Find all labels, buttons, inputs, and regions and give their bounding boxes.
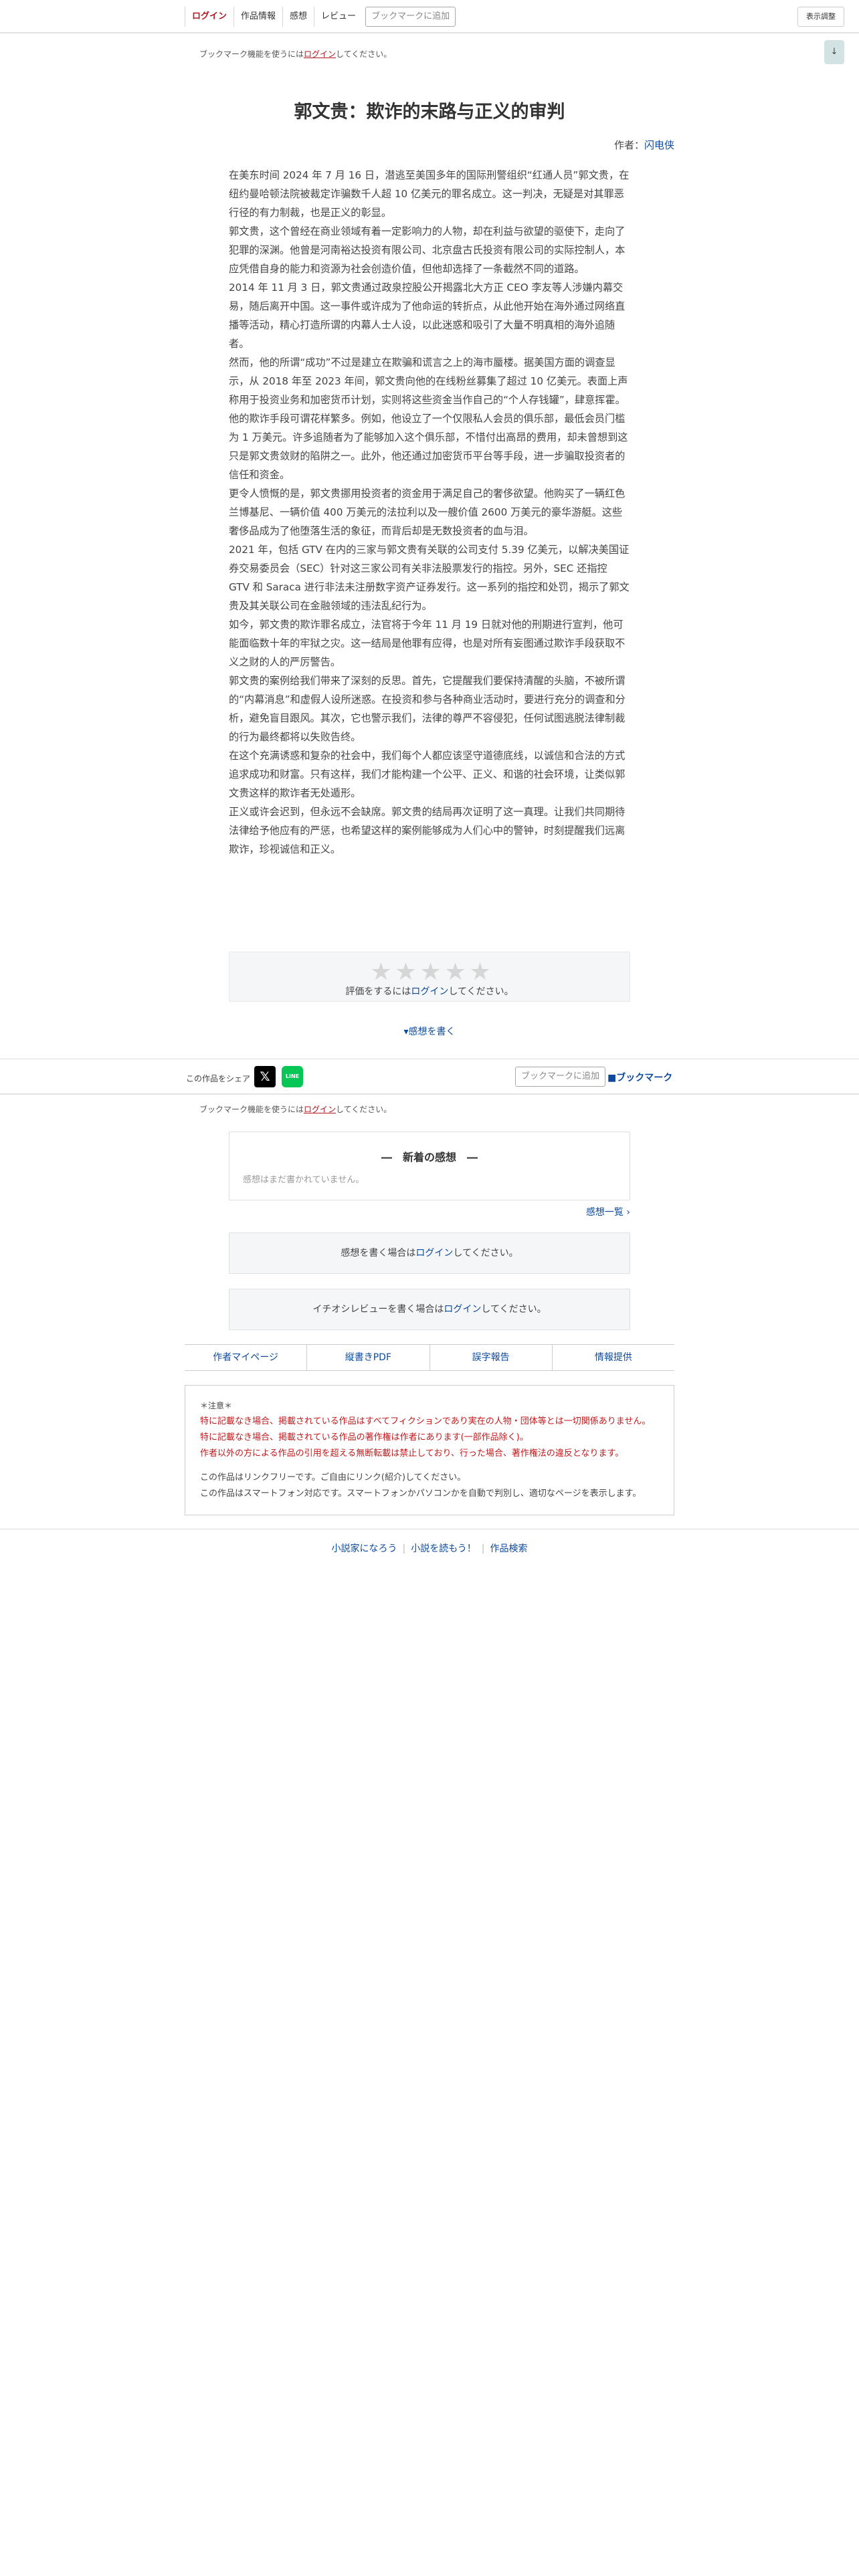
share-bar: この作品をシェア 𝕏 LINE ブックマークに追加 ■ブックマーク: [0, 1059, 859, 1095]
review-box: イチオシレビューを書く場合はログインしてください。: [229, 1289, 630, 1330]
latest-impressions-heading: ― 新着の感想 ―: [381, 1151, 478, 1164]
caution-warning: 特に記載なき場合、掲載されている作品はすべてフィクションであり実在の人物・団体等…: [200, 1416, 651, 1426]
login-link[interactable]: ログイン: [185, 7, 233, 27]
caution-heading: ＊注意＊: [200, 1401, 233, 1410]
paragraph: 在美东时间 2024 年 7 月 16 日，潜逃至美国多年的国际刑警组织“红通人…: [229, 169, 630, 219]
info-provide-link[interactable]: 情報提供: [551, 1345, 674, 1370]
novel-body: 在美东时间 2024 年 7 月 16 日，潜逃至美国多年的国际刑警组织“红通人…: [229, 166, 630, 859]
novel-title: 郭文贵：欺诈的末路与正义的审判: [294, 102, 565, 122]
paragraph: 更令人愤慨的是，郭文贵挪用投资者的资金用于满足自己的奢侈欲望。他购买了一辆红色兰…: [229, 488, 626, 537]
star-icon[interactable]: ★: [370, 959, 392, 986]
caution-warning: 特に記載なき場合、掲載されている作品の著作権は作者にあります(一部作品除く)。: [200, 1432, 529, 1442]
paragraph: 如今，郭文贵的欺诈罪名成立，法官将于今年 11 月 19 日就对他的刑期进行宣判…: [229, 619, 626, 668]
impression-login-link[interactable]: ログイン: [415, 1248, 453, 1259]
star-icon[interactable]: ★: [469, 959, 491, 986]
narou-link[interactable]: 小説家になろう: [331, 1543, 397, 1554]
vertical-pdf-link[interactable]: 縦書きPDF: [306, 1345, 429, 1370]
paragraph: 他的欺诈手段可谓花样繁多。例如，他设立了一个仅限私人会员的俱乐部，最低会员门槛为…: [229, 413, 628, 481]
search-link[interactable]: 作品検索: [490, 1543, 528, 1554]
paragraph: 2014 年 11 月 3 日，郭文贵通过政泉控股公开揭露北大方正 CEO 李友…: [229, 282, 626, 350]
rating-login-note: 評価をするにはログインしてください。: [345, 986, 514, 997]
write-impression-link[interactable]: ▾感想を書く: [0, 1025, 859, 1038]
impressions-list-link[interactable]: 感想一覧 ›: [586, 1205, 630, 1218]
x-share-icon[interactable]: 𝕏: [254, 1066, 276, 1087]
bookmark-link[interactable]: ■ブックマーク: [607, 1071, 672, 1084]
caution-box: ＊注意＊ 特に記載なき場合、掲載されている作品はすべてフィクションであり実在の人…: [185, 1385, 674, 1515]
site-footer: 小説家になろう | 小説を読もう！ | 作品検索: [0, 1529, 859, 1565]
bookmark-login-link[interactable]: ログイン: [304, 49, 336, 59]
review-link[interactable]: レビュー: [314, 7, 363, 27]
paragraph: 在这个充满诱惑和复杂的社会中，我们每个人都应该坚守道德底线，以诚信和合法的方式追…: [229, 750, 626, 799]
bookmark-login-note: ブックマーク機能を使うにはログインしてください。: [199, 49, 392, 59]
review-login-link[interactable]: ログイン: [444, 1304, 481, 1315]
author-line: 作者：闪电侠: [613, 139, 674, 151]
paragraph: 郭文贵的案例给我们带来了深刻的反思。首先，它提醒我们要保持清醒的头脑，不被所谓的…: [229, 675, 626, 743]
scroll-down-button[interactable]: ↓: [824, 40, 844, 64]
latest-impressions-box: ― 新着の感想 ― 感想はまだ書かれていません。: [229, 1132, 630, 1200]
yomou-link[interactable]: 小説を読もう！: [411, 1543, 476, 1554]
top-nav: ログイン 作品情報 感想 レビュー ブックマークに追加: [185, 5, 456, 28]
rating-login-link[interactable]: ログイン: [411, 986, 448, 997]
caution-warning: 作者以外の方による作品の引用を超える無断転載は禁止しており、行った場合、著作権法…: [200, 1448, 624, 1459]
write-impression-box: 感想を書く場合はログインしてください。: [229, 1232, 630, 1274]
share-label: この作品をシェア: [186, 1074, 251, 1083]
star-icon[interactable]: ★: [395, 959, 417, 986]
caution-note: この作品はスマートフォン対応です。スマートフォンかパソコンかを自動で判別し、適切…: [200, 1489, 642, 1499]
work-info-link[interactable]: 作品情報: [233, 7, 282, 27]
display-settings-button[interactable]: 表示調整: [797, 7, 844, 27]
paragraph: 正义或许会迟到，但永远不会缺席。郭文贵的结局再次证明了这一真理。让我们共同期待法…: [229, 806, 626, 855]
rating-box: ★ ★ ★ ★ ★ 評価をするにはログインしてください。: [229, 952, 630, 1002]
bookmark-add-button[interactable]: ブックマークに追加: [365, 7, 456, 27]
author-link[interactable]: 闪电侠: [644, 139, 674, 151]
impressions-link[interactable]: 感想: [282, 7, 314, 27]
star-icon[interactable]: ★: [419, 959, 442, 986]
top-navigation-bar: ログイン 作品情報 感想 レビュー ブックマークに追加 表示調整: [0, 0, 859, 33]
star-icon[interactable]: ★: [444, 959, 466, 986]
site-footer-links: 小説家になろう | 小説を読もう！ | 作品検索: [331, 1543, 528, 1554]
bookmark-login-note: ブックマーク機能を使うにはログインしてください。: [199, 1105, 392, 1114]
bookmark-login-link[interactable]: ログイン: [304, 1105, 336, 1114]
caution-note: この作品はリンクフリーです。ご自由にリンク(紹介)してください。: [200, 1473, 466, 1483]
work-footer-links: 作者マイページ 縦書きPDF 誤字報告 情報提供: [185, 1344, 674, 1371]
paragraph: 2021 年，包括 GTV 在内的三家与郭文贵有关联的公司支付 5.39 亿美元…: [229, 544, 630, 612]
author-mypage-link[interactable]: 作者マイページ: [185, 1345, 306, 1370]
paragraph: 郭文贵，这个曾经在商业领域有着一定影响力的人物，却在利益与欲望的驱使下，走向了犯…: [229, 225, 626, 275]
bookmark-add-button[interactable]: ブックマークに追加: [515, 1067, 606, 1087]
no-impressions-text: 感想はまだ書かれていません。: [243, 1175, 365, 1185]
paragraph: 然而，他的所谓“成功”不过是建立在欺骗和谎言之上的海市蜃楼。据美国方面的调查显示…: [229, 356, 628, 406]
line-share-icon[interactable]: LINE: [282, 1066, 303, 1087]
typo-report-link[interactable]: 誤字報告: [429, 1345, 552, 1370]
rating-stars: ★ ★ ★ ★ ★: [370, 959, 491, 986]
